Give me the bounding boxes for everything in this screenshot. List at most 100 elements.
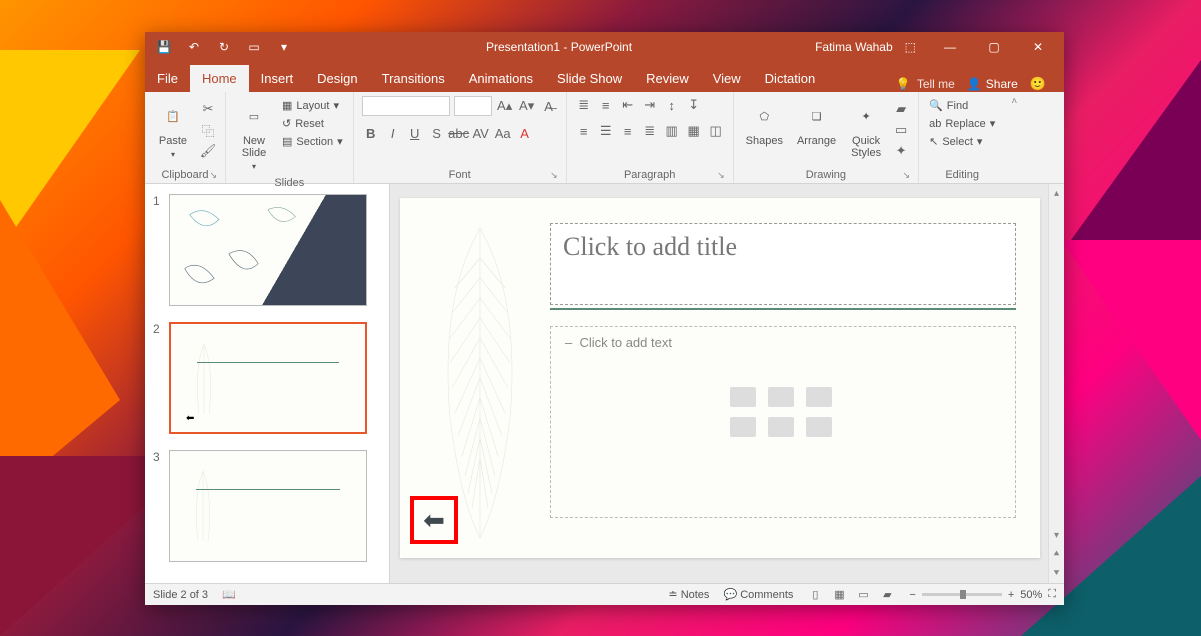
emoji-icon[interactable]: 🙂 — [1030, 76, 1046, 92]
clear-format-icon[interactable]: A̶ — [540, 97, 558, 115]
notes-button[interactable]: ≐ Notes — [668, 588, 709, 601]
title-placeholder[interactable]: Click to add title — [550, 223, 1016, 305]
numbering-icon[interactable]: ≡ — [597, 96, 615, 114]
bold-icon[interactable]: B — [362, 124, 380, 142]
redo-icon[interactable]: ↻ — [217, 40, 231, 54]
shape-outline-icon[interactable]: ▭ — [892, 121, 910, 139]
slideshow-start-icon[interactable]: ▭ — [247, 40, 261, 54]
scroll-up-icon[interactable]: ▴ — [1050, 184, 1063, 203]
font-color-icon[interactable]: A — [516, 124, 534, 142]
paste-button[interactable]: 📋 Paste ▾ — [153, 96, 193, 163]
quick-styles-button[interactable]: ✦Quick Styles — [846, 96, 886, 163]
arrow-left-shape[interactable]: ⬅ — [414, 500, 454, 540]
insert-video-icon[interactable] — [806, 417, 832, 437]
cut-icon[interactable]: ✂ — [199, 100, 217, 118]
arrange-button[interactable]: ❏Arrange — [793, 96, 840, 151]
insert-smartart-icon[interactable] — [806, 387, 832, 407]
inc-indent-icon[interactable]: ⇥ — [641, 96, 659, 114]
find-button[interactable]: 🔍 Find — [927, 98, 997, 113]
font-family-picker[interactable] — [362, 96, 450, 116]
new-slide-button[interactable]: ▭ New Slide ▾ — [234, 96, 274, 175]
format-painter-icon[interactable]: 🖌 — [199, 142, 217, 160]
undo-icon[interactable]: ↶ — [187, 40, 201, 54]
tell-me-search[interactable]: 💡Tell me — [896, 77, 955, 91]
sorter-view-icon[interactable]: ▦ — [831, 588, 847, 602]
tab-dictation[interactable]: Dictation — [753, 65, 828, 92]
spacing-icon[interactable]: AV — [472, 124, 490, 142]
tab-home[interactable]: Home — [190, 65, 249, 92]
smartart-icon[interactable]: ◫ — [707, 122, 725, 140]
paragraph-launcher[interactable]: ↘ — [717, 170, 725, 181]
underline-icon[interactable]: U — [406, 124, 424, 142]
case-icon[interactable]: Aa — [494, 124, 512, 142]
slideshow-view-icon[interactable]: ▰ — [879, 588, 895, 602]
comments-button[interactable]: 💬 Comments — [723, 588, 793, 601]
share-button[interactable]: 👤Share — [967, 77, 1018, 91]
slide-info[interactable]: Slide 2 of 3 — [153, 589, 208, 601]
clipboard-launcher[interactable]: ↘ — [209, 170, 217, 181]
insert-chart-icon[interactable] — [768, 387, 794, 407]
zoom-in-icon[interactable]: + — [1008, 589, 1014, 601]
reset-button[interactable]: ↺ Reset — [280, 116, 345, 131]
prev-slide-icon[interactable]: ⯅ — [1049, 545, 1065, 564]
normal-view-icon[interactable]: ▯ — [807, 588, 823, 602]
justify-icon[interactable]: ≣ — [641, 122, 659, 140]
content-placeholder[interactable]: – Click to add text — [550, 326, 1016, 518]
ribbon-options-icon[interactable]: ⬚ — [905, 40, 916, 54]
fit-to-window-icon[interactable]: ⛶ — [1048, 588, 1056, 601]
select-button[interactable]: ↖ Select ▾ — [927, 134, 997, 149]
insert-online-picture-icon[interactable] — [768, 417, 794, 437]
replace-button[interactable]: ab Replace ▾ — [927, 116, 997, 131]
save-icon[interactable]: 💾 — [157, 40, 171, 54]
tab-insert[interactable]: Insert — [249, 65, 306, 92]
slide-thumbnail-2[interactable]: ⬅ — [169, 322, 367, 434]
line-spacing-icon[interactable]: ↕ — [663, 96, 681, 114]
align-text-icon[interactable]: ▦ — [685, 122, 703, 140]
minimize-button[interactable]: — — [928, 32, 972, 62]
layout-button[interactable]: ▦ Layout ▾ — [280, 98, 345, 113]
align-center-icon[interactable]: ☰ — [597, 122, 615, 140]
bullets-icon[interactable]: ≣ — [575, 96, 593, 114]
tab-file[interactable]: File — [145, 65, 190, 92]
tab-slideshow[interactable]: Slide Show — [545, 65, 634, 92]
italic-icon[interactable]: I — [384, 124, 402, 142]
insert-picture-icon[interactable] — [730, 417, 756, 437]
slide-thumbnail-1[interactable] — [169, 194, 367, 306]
font-size-picker[interactable] — [454, 96, 492, 116]
columns-icon[interactable]: ▥ — [663, 122, 681, 140]
maximize-button[interactable]: ▢ — [972, 32, 1016, 62]
shapes-button[interactable]: ⬠Shapes — [742, 96, 787, 151]
scroll-down-icon[interactable]: ▾ — [1050, 526, 1063, 545]
tab-review[interactable]: Review — [634, 65, 701, 92]
shadow-icon[interactable]: S — [428, 124, 446, 142]
tab-view[interactable]: View — [701, 65, 753, 92]
align-right-icon[interactable]: ≡ — [619, 122, 637, 140]
strike-icon[interactable]: abc — [450, 124, 468, 142]
qat-dropdown-icon[interactable]: ▾ — [277, 40, 291, 54]
next-slide-icon[interactable]: ⯆ — [1049, 564, 1065, 583]
collapse-ribbon-icon[interactable]: ˄ — [1011, 96, 1017, 107]
zoom-out-icon[interactable]: − — [909, 589, 915, 601]
shape-effects-icon[interactable]: ✦ — [892, 142, 910, 160]
copy-icon[interactable]: ⿻ — [199, 121, 217, 139]
zoom-slider[interactable] — [922, 593, 1002, 596]
vertical-scrollbar[interactable]: ▴ ▾ ⯅ ⯆ — [1048, 184, 1064, 583]
tab-design[interactable]: Design — [305, 65, 369, 92]
tab-animations[interactable]: Animations — [457, 65, 545, 92]
section-button[interactable]: ▤ Section ▾ — [280, 134, 345, 149]
reading-view-icon[interactable]: ▭ — [855, 588, 871, 602]
font-launcher[interactable]: ↘ — [550, 170, 558, 181]
drawing-launcher[interactable]: ↘ — [903, 170, 911, 181]
slide-canvas[interactable]: Click to add title – Click to add text — [400, 198, 1040, 558]
zoom-level[interactable]: 50% — [1020, 589, 1042, 601]
align-left-icon[interactable]: ≡ — [575, 122, 593, 140]
tab-transitions[interactable]: Transitions — [370, 65, 457, 92]
dec-indent-icon[interactable]: ⇤ — [619, 96, 637, 114]
insert-table-icon[interactable] — [730, 387, 756, 407]
close-button[interactable]: ✕ — [1016, 32, 1060, 62]
grow-font-icon[interactable]: A▴ — [496, 97, 514, 115]
shrink-font-icon[interactable]: A▾ — [518, 97, 536, 115]
text-direction-icon[interactable]: ↧ — [685, 96, 703, 114]
slide-thumbnail-3[interactable] — [169, 450, 367, 562]
spellcheck-icon[interactable]: 📖 — [222, 588, 236, 601]
